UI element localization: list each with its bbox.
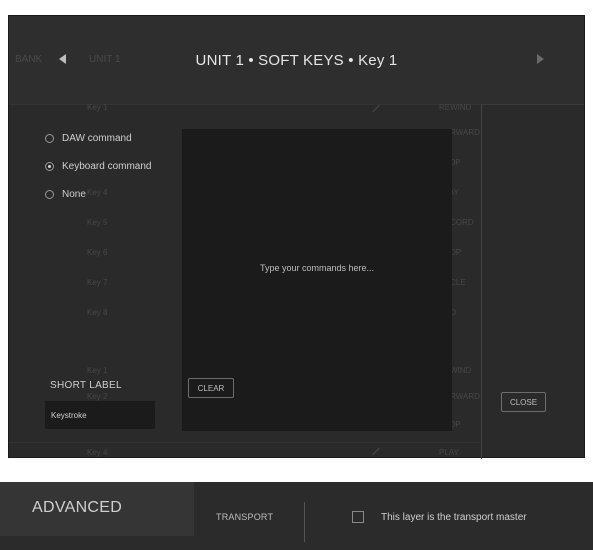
- list-item-key: Key 8: [87, 308, 108, 317]
- advanced-bar: ADVANCED TRANSPORT This layer is the tra…: [0, 482, 593, 550]
- short-label-heading: SHORT LABEL: [50, 380, 122, 391]
- close-button[interactable]: CLOSE: [501, 392, 546, 412]
- column-divider: [481, 104, 482, 459]
- dialog-header: BANK UNIT 1 UNIT 1 • SOFT KEYS • Key 1: [9, 16, 584, 105]
- list-item-key: Key 7: [87, 278, 108, 287]
- transport-master-checkbox[interactable]: [352, 511, 364, 523]
- radio-none[interactable]: None: [45, 186, 152, 202]
- dialog-title: UNIT 1 • SOFT KEYS • Key 1: [195, 52, 398, 69]
- command-type-radio-group: DAW command Keyboard command None: [45, 130, 152, 214]
- list-item-key: Key 4: [87, 448, 108, 457]
- list-item-key: Key 2: [87, 392, 108, 401]
- chevron-right-icon[interactable]: [537, 54, 544, 64]
- radio-label: Keyboard command: [62, 160, 152, 172]
- transport-master-label: This layer is the transport master: [381, 512, 527, 523]
- list-item-key: Key 5: [87, 218, 108, 227]
- list-item-key: Key 1: [87, 366, 108, 375]
- edit-pencil-icon: [372, 104, 380, 113]
- radio-keyboard-command[interactable]: Keyboard command: [45, 158, 152, 174]
- list-divider: [9, 442, 481, 443]
- list-item-key: Key 1: [87, 103, 108, 112]
- advanced-label: ADVANCED: [32, 499, 123, 516]
- radio-button-icon[interactable]: [45, 189, 54, 199]
- list-item-function: PLAY: [439, 448, 459, 457]
- list-item-function: REWIND: [439, 103, 472, 112]
- radio-button-icon[interactable]: [45, 133, 54, 143]
- radio-button-selected-icon[interactable]: [45, 161, 54, 171]
- advanced-section-header: ADVANCED: [0, 482, 194, 536]
- short-label-input[interactable]: [45, 401, 155, 429]
- soft-key-dialog: BANK UNIT 1 UNIT 1 • SOFT KEYS • Key 1 K…: [8, 15, 585, 459]
- edit-pencil-icon: [372, 447, 380, 456]
- radio-daw-command[interactable]: DAW command: [45, 130, 152, 146]
- divider: [304, 502, 305, 542]
- radio-label: None: [62, 188, 86, 200]
- list-divider: [9, 104, 481, 105]
- radio-label: DAW command: [62, 132, 132, 144]
- list-item-key: Key 6: [87, 248, 108, 257]
- clear-button[interactable]: CLEAR: [188, 378, 234, 398]
- tab-transport[interactable]: TRANSPORT: [216, 512, 273, 522]
